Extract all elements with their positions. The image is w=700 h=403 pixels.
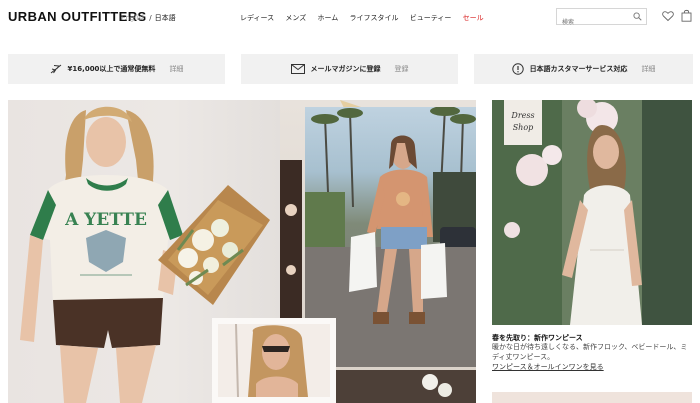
nav-women[interactable]: レディース xyxy=(240,14,274,22)
search-icon[interactable] xyxy=(633,12,642,21)
svg-text:A YETTE: A YETTE xyxy=(64,210,147,230)
main-nav: レディース メンズ ホーム ライフスタイル ビューティー セール xyxy=(240,13,493,23)
shipping-info-bar[interactable]: ¥16,000以上で通常便無料 詳細 xyxy=(8,54,225,84)
newsletter-info-label: メールマガジンに登録 xyxy=(310,65,381,73)
nav-men[interactable]: メンズ xyxy=(285,14,306,22)
language-switcher: English / 日本語 xyxy=(121,13,176,23)
customer-service-label: 日本語カスタマーサービス対応 xyxy=(529,65,628,73)
shipping-info-detail-link[interactable]: 詳細 xyxy=(169,64,183,74)
hero-image-next-strip xyxy=(492,392,692,403)
search-box xyxy=(556,8,647,30)
feature-link[interactable]: ワンピース＆オールインワンを見る xyxy=(492,362,604,372)
nav-sale[interactable]: セール xyxy=(463,14,484,22)
lang-separator: / xyxy=(149,14,152,22)
airplane-icon xyxy=(50,64,61,74)
newsletter-info-bar[interactable]: メールマガジンに登録 登録 xyxy=(241,54,458,84)
customer-service-info-bar[interactable]: 日本語カスタマーサービス対応 詳細 xyxy=(474,54,693,84)
site-header: URBAN OUTFITTERS English / 日本語 レディース メンズ ホ… xyxy=(0,0,700,34)
svg-text:Shop: Shop xyxy=(513,123,534,132)
nav-home[interactable]: ホーム xyxy=(318,14,339,22)
nav-lifestyle[interactable]: ライフスタイル xyxy=(350,14,399,22)
svg-text:Dress: Dress xyxy=(510,111,534,120)
shipping-info-label: ¥16,000以上で通常便無料 xyxy=(67,65,156,73)
lang-japanese-link[interactable]: 日本語 xyxy=(155,14,176,22)
alert-icon xyxy=(511,63,524,75)
lang-english-link[interactable]: English xyxy=(121,14,146,22)
hero-image-portrait-inset[interactable] xyxy=(212,318,336,403)
shopping-bag-icon[interactable] xyxy=(681,9,692,22)
envelope-icon xyxy=(290,64,305,74)
nav-beauty[interactable]: ビューティー xyxy=(410,14,452,22)
newsletter-register-link[interactable]: 登録 xyxy=(395,64,409,74)
feature-description: 暖かな日が待ち遠しくなる、新作フロック、ベビードール、ミディ丈ワンピース。 xyxy=(492,343,688,361)
heart-icon[interactable] xyxy=(662,10,674,22)
search-input[interactable] xyxy=(557,15,627,30)
hero-image-dress-shop[interactable]: Dress Shop xyxy=(492,100,692,325)
customer-service-detail-link[interactable]: 詳細 xyxy=(641,64,655,74)
